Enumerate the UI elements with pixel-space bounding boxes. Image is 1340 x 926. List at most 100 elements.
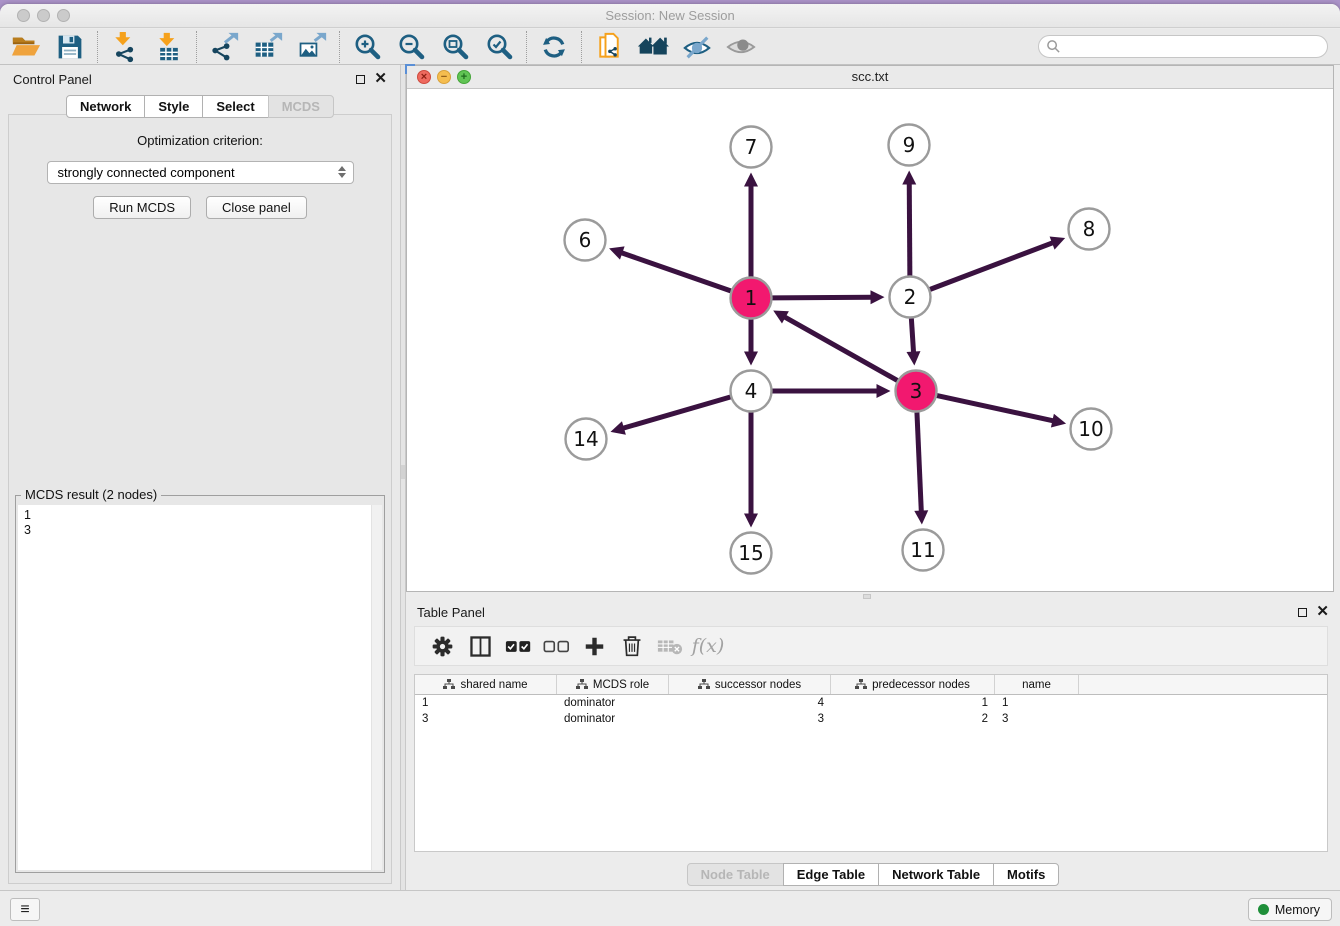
search-input[interactable] [1038, 35, 1328, 58]
node-14[interactable]: 14 [566, 419, 607, 460]
edge-4-15[interactable] [744, 413, 758, 528]
home-button[interactable] [631, 30, 675, 64]
node-7[interactable]: 7 [731, 127, 772, 168]
minimize-window-icon[interactable] [37, 9, 50, 22]
close-panel-icon[interactable]: ✕ [374, 73, 387, 85]
hide-selected-button[interactable] [675, 30, 719, 64]
unselect-all-rows-button[interactable] [537, 628, 575, 664]
node-3[interactable]: 3 [896, 371, 937, 412]
zoom-fit-button[interactable] [433, 30, 477, 64]
mcds-result-textarea[interactable]: 13 [18, 505, 382, 870]
frame-minimize-icon[interactable]: − [437, 70, 451, 84]
import-table-button[interactable] [147, 30, 191, 64]
node-4[interactable]: 4 [731, 371, 772, 412]
search-container [1038, 35, 1328, 58]
add-column-button[interactable] [575, 628, 613, 664]
save-session-button[interactable] [48, 30, 92, 64]
edge-1-2[interactable] [772, 290, 884, 304]
show-all-button[interactable] [719, 30, 763, 64]
window-titlebar[interactable]: Session: New Session [0, 4, 1340, 28]
table-row[interactable]: 1dominator411 [415, 695, 1327, 711]
tab-network[interactable]: Network [66, 95, 145, 118]
node-2[interactable]: 2 [890, 277, 931, 318]
tab-select[interactable]: Select [202, 95, 268, 118]
export-table-button[interactable] [246, 30, 290, 64]
float-panel-icon[interactable] [356, 75, 365, 84]
close-window-icon[interactable] [17, 9, 30, 22]
function-builder-button[interactable]: f(x) [689, 628, 727, 664]
delete-table-button[interactable] [651, 628, 689, 664]
tab-motifs[interactable]: Motifs [993, 863, 1059, 886]
panel-controls: ✕ [356, 73, 387, 85]
horizontal-splitter[interactable] [406, 592, 1340, 600]
result-scrollbar[interactable] [371, 505, 382, 870]
edge-3-1[interactable] [773, 311, 897, 381]
node-1[interactable]: 1 [731, 278, 772, 319]
node-11[interactable]: 11 [903, 530, 944, 571]
edge-3-10[interactable] [937, 396, 1066, 428]
tab-style[interactable]: Style [144, 95, 203, 118]
zoom-selected-icon [484, 32, 514, 62]
criterion-dropdown[interactable]: strongly connected component [47, 161, 354, 184]
edge-4-14[interactable] [610, 397, 730, 435]
frame-close-icon[interactable]: × [417, 70, 431, 84]
edge-1-4[interactable] [744, 320, 758, 366]
close-panel-icon[interactable]: ✕ [1316, 606, 1329, 618]
panel-controls: ✕ [1298, 606, 1329, 618]
network-graph: 7 9 6 8 1 2 4 3 14 10 15 11 [407, 89, 1333, 591]
show-columns-button[interactable] [461, 628, 499, 664]
mcds-tab-content: Optimization criterion: strongly connect… [8, 114, 392, 884]
tab-edge-table[interactable]: Edge Table [783, 863, 879, 886]
node-6[interactable]: 6 [565, 220, 606, 261]
frame-maximize-icon[interactable]: + [457, 70, 471, 84]
memory-status-icon [1258, 904, 1269, 915]
splitter-handle[interactable] [401, 465, 405, 479]
refresh-view-button[interactable] [532, 30, 576, 64]
import-network-button[interactable] [103, 30, 147, 64]
delete-column-button[interactable] [613, 628, 651, 664]
float-panel-icon[interactable] [1298, 608, 1307, 617]
export-network-button[interactable] [202, 30, 246, 64]
node-10[interactable]: 10 [1071, 409, 1112, 450]
tab-network-table[interactable]: Network Table [878, 863, 994, 886]
network-frame-titlebar[interactable]: × − + scc.txt [407, 66, 1333, 89]
select-all-rows-button[interactable] [499, 628, 537, 664]
column-header-shared-name[interactable]: shared name [415, 675, 557, 694]
control-panel-tabs: NetworkStyleSelectMCDS [0, 95, 400, 118]
toolbar-separator [581, 31, 582, 63]
column-header-MCDS-role[interactable]: MCDS role [557, 675, 669, 694]
splitter-handle[interactable] [863, 594, 871, 599]
tab-node-table[interactable]: Node Table [687, 863, 784, 886]
clone-network-button[interactable] [587, 30, 631, 64]
node-15[interactable]: 15 [731, 533, 772, 574]
close-panel-button[interactable]: Close panel [206, 196, 307, 219]
node-label: 2 [904, 285, 917, 309]
network-canvas[interactable]: 7 9 6 8 1 2 4 3 14 10 15 11 [407, 89, 1333, 591]
node-8[interactable]: 8 [1069, 209, 1110, 250]
node-label: 11 [910, 538, 935, 562]
column-header-predecessor-nodes[interactable]: predecessor nodes [831, 675, 995, 694]
column-header-name[interactable]: name [995, 675, 1079, 694]
zoom-selected-button[interactable] [477, 30, 521, 64]
edge-1-7[interactable] [744, 173, 758, 277]
edge-4-3[interactable] [773, 384, 891, 398]
edge-2-9[interactable] [902, 170, 916, 275]
node-9[interactable]: 9 [889, 125, 930, 166]
maximize-window-icon[interactable] [57, 9, 70, 22]
network-frame-title: scc.txt [407, 66, 1333, 88]
edge-2-8[interactable] [930, 236, 1065, 289]
edge-3-11[interactable] [914, 412, 928, 524]
table-settings-button[interactable] [423, 628, 461, 664]
edge-2-3[interactable] [906, 318, 920, 365]
column-header-successor-nodes[interactable]: successor nodes [669, 675, 831, 694]
edge-1-6[interactable] [609, 246, 731, 290]
run-mcds-button[interactable]: Run MCDS [93, 196, 191, 219]
zoom-out-button[interactable] [389, 30, 433, 64]
task-history-button[interactable]: ≡ [10, 898, 40, 921]
memory-button[interactable]: Memory [1248, 898, 1332, 921]
tab-mcds[interactable]: MCDS [268, 95, 334, 118]
zoom-in-button[interactable] [345, 30, 389, 64]
open-session-button[interactable] [4, 30, 48, 64]
export-image-button[interactable] [290, 30, 334, 64]
table-row[interactable]: 3dominator323 [415, 711, 1327, 727]
